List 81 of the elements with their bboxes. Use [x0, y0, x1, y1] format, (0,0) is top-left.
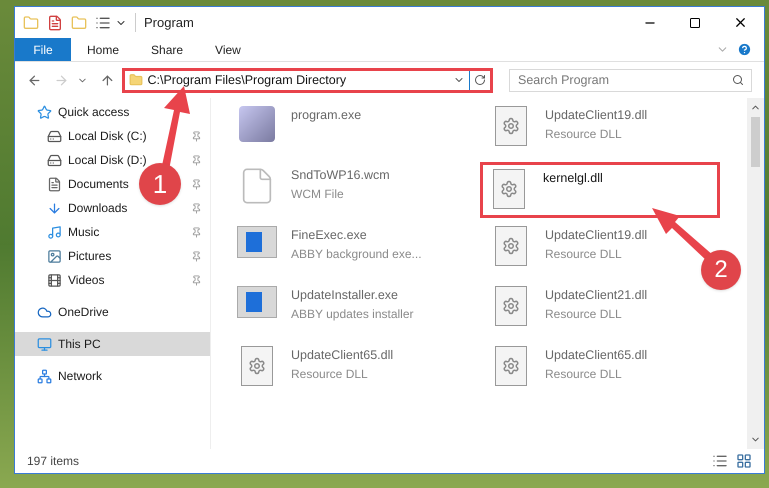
music-note-icon: [47, 224, 62, 240]
network-icon: [37, 368, 52, 384]
file-name: UpdateClient19.dll: [545, 107, 648, 124]
scrollbar-thumb[interactable]: [751, 117, 760, 167]
sidebar-item[interactable]: Network: [15, 364, 102, 388]
ribbon-tab[interactable]: Home: [71, 38, 136, 61]
gear-file-icon: [495, 226, 527, 266]
file-type: Resource DLL: [545, 306, 623, 323]
file-type: Resource DLL: [545, 246, 623, 263]
scrollbar[interactable]: [747, 98, 764, 449]
file-name: FineExec.exe: [291, 227, 368, 244]
view-list-icon[interactable]: [95, 14, 111, 30]
gear-file-icon: [495, 346, 527, 386]
gear-file-icon: [495, 286, 527, 326]
properties-icon: [47, 14, 63, 30]
film-icon: [47, 272, 62, 288]
folder-icon: [23, 14, 39, 30]
sidebar-item[interactable]: Quick access: [15, 100, 130, 124]
folder-icon: [129, 73, 144, 87]
ribbon-tab[interactable]: File: [15, 38, 71, 61]
large-icons-view-icon[interactable]: [736, 453, 752, 469]
file-name: UpdateInstaller.exe: [291, 287, 400, 304]
file-item[interactable]: UpdateClient21.dll Resource DLL: [485, 282, 690, 338]
details-view-icon[interactable]: [712, 453, 728, 469]
back-icon[interactable]: [27, 72, 42, 88]
refresh-icon[interactable]: [474, 74, 486, 86]
picture-icon: [47, 248, 62, 264]
star-icon: [37, 104, 52, 120]
gear-file-icon: [241, 346, 273, 386]
window-title: Program: [135, 12, 194, 32]
file-name: UpdateClient19.dll: [545, 227, 648, 244]
file-item[interactable]: UpdateClient65.dll Resource DLL: [231, 342, 436, 398]
file-item[interactable]: FineExec.exe ABBY background exe...: [231, 222, 436, 278]
monitor-icon: [37, 336, 52, 352]
file-item[interactable]: kernelgl.dll: [480, 162, 720, 218]
document-icon: [47, 176, 62, 192]
file-name: kernelgl.dll: [543, 170, 603, 187]
file-name: SndToWP16.wcm: [291, 167, 390, 184]
help-icon[interactable]: [737, 42, 752, 57]
file-item[interactable]: UpdateInstaller.exe ABBY updates installer: [231, 282, 436, 338]
address-field[interactable]: C:\Program Files\Program Directory: [122, 68, 493, 92]
item-count: 197 items: [27, 453, 80, 470]
file-item[interactable]: program.exe: [231, 102, 436, 158]
drive-icon: [47, 152, 62, 168]
sidebar-item[interactable]: Pictures: [15, 244, 112, 268]
file-type: Resource DLL: [545, 126, 623, 143]
sidebar-item[interactable]: Local Disk (C:): [15, 124, 147, 148]
gear-file-icon: [493, 169, 525, 209]
download-icon: [47, 200, 62, 216]
window-icon: [237, 286, 277, 318]
file-item[interactable]: UpdateClient19.dll Resource DLL: [485, 222, 690, 278]
ribbon-tab[interactable]: Share: [135, 38, 200, 61]
gear-file-icon: [495, 106, 527, 146]
file-type: ABBY updates installer: [291, 306, 414, 323]
sidebar-item[interactable]: Downloads: [15, 196, 128, 220]
window-icon: [237, 226, 277, 258]
sidebar-item[interactable]: Videos: [15, 268, 104, 292]
up-icon[interactable]: [100, 72, 114, 88]
file-item[interactable]: UpdateClient65.dll Resource DLL: [485, 342, 690, 398]
file-name: UpdateClient21.dll: [545, 287, 648, 304]
file-item[interactable]: UpdateClient19.dll Resource DLL: [485, 102, 690, 158]
file-type: Resource DLL: [291, 366, 369, 383]
sidebar-item[interactable]: Documents: [15, 172, 129, 196]
file-type: Resource DLL: [545, 366, 623, 383]
sidebar-item[interactable]: OneDrive: [15, 300, 109, 324]
drive-icon: [47, 128, 62, 144]
search-field[interactable]: Search Program: [509, 68, 752, 92]
file-item[interactable]: SndToWP16.wcm WCM File: [231, 162, 436, 218]
program-icon: [239, 106, 275, 142]
file-name: program.exe: [291, 107, 362, 124]
new-folder-icon: [71, 14, 87, 30]
file-name: UpdateClient65.dll: [545, 347, 648, 364]
search-icon[interactable]: [732, 74, 744, 86]
file-type: WCM File: [291, 186, 345, 203]
file-type: ABBY background exe...: [291, 246, 422, 263]
maximize-icon[interactable]: [689, 16, 701, 28]
ribbon-tab[interactable]: View: [199, 38, 257, 61]
file-name: UpdateClient65.dll: [291, 347, 394, 364]
sidebar-item[interactable]: Music: [15, 220, 100, 244]
close-icon[interactable]: [733, 15, 748, 30]
cloud-icon: [37, 304, 52, 320]
